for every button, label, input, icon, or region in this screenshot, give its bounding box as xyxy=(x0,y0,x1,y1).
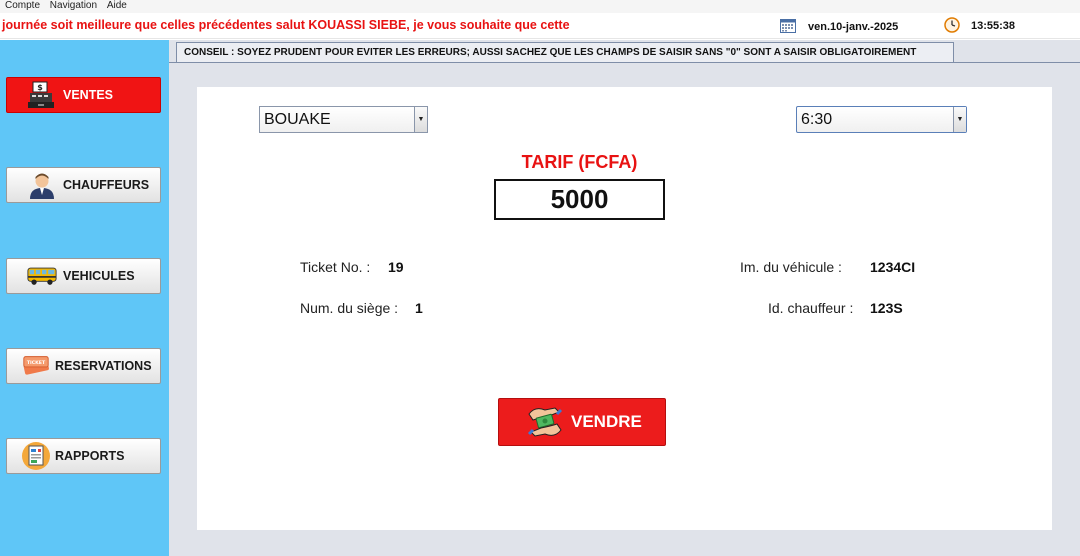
sell-button-label: VENDRE xyxy=(571,412,642,431)
current-time: 13:55:38 xyxy=(971,20,1016,32)
sidebar-item-chauffeurs[interactable]: CHAUFFEURS xyxy=(6,167,161,203)
tab-divider xyxy=(169,62,1080,63)
tarif-label: TARIF (FCFA) xyxy=(521,152,638,172)
bus-icon xyxy=(27,262,57,290)
sidebar-item-rapports[interactable]: RAPPORTS xyxy=(6,438,161,474)
menu-aide[interactable]: Aide xyxy=(107,0,127,11)
vehicle-plate-label: Im. du véhicule : xyxy=(740,259,842,275)
driver-id-value: 123S xyxy=(870,300,903,316)
departure-time-value: 6:30 xyxy=(801,111,833,128)
sidebar-item-label: VENTES xyxy=(63,88,114,102)
chevron-down-icon[interactable]: ▼ xyxy=(414,107,427,132)
header-bar: journée soit meilleure que celles précéd… xyxy=(0,14,1080,39)
sidebar-item-label: RAPPORTS xyxy=(55,449,125,463)
sidebar-item-label: VEHICULES xyxy=(63,269,135,283)
svg-text:$: $ xyxy=(37,83,43,92)
departure-time-select[interactable]: 6:30 ▼ xyxy=(796,106,967,133)
ticket-number-label: Ticket No. : xyxy=(300,259,371,275)
svg-text:TICKET: TICKET xyxy=(27,360,46,366)
tarif-value: 5000 xyxy=(494,179,665,220)
driver-icon xyxy=(27,171,57,199)
report-icon xyxy=(21,442,51,470)
current-date: ven.10-janv.-2025 xyxy=(808,21,899,33)
sell-button[interactable]: VENDRE xyxy=(498,398,666,446)
cash-register-icon: $ xyxy=(27,81,57,109)
seat-number-label: Num. du siège : xyxy=(300,300,399,316)
sidebar-item-reservations[interactable]: TICKET RESERVATIONS xyxy=(6,348,161,384)
menu-compte[interactable]: Compte xyxy=(5,0,40,11)
clock-icon xyxy=(944,17,960,33)
scrolling-message: journée soit meilleure que celles précéd… xyxy=(2,18,570,32)
tab-conseil[interactable]: CONSEIL : SOYEZ PRUDENT POUR EVITER LES … xyxy=(176,42,954,62)
chevron-down-icon[interactable]: ▼ xyxy=(953,107,966,132)
ticket-number-value: 19 xyxy=(388,259,404,275)
sidebar-item-vehicules[interactable]: VEHICULES xyxy=(6,258,161,294)
menu-bar: Compte Navigation Aide xyxy=(0,0,1080,13)
sidebar-item-ventes[interactable]: $ VENTES xyxy=(6,77,161,113)
calendar-icon xyxy=(780,19,796,33)
driver-id-label: Id. chauffeur : xyxy=(768,300,854,316)
seat-number-value: 1 xyxy=(415,300,423,316)
ticket-icon: TICKET xyxy=(21,352,51,380)
vehicle-plate-value: 1234CI xyxy=(870,259,916,275)
sidebar-item-label: CHAUFFEURS xyxy=(63,178,150,192)
destination-value: BOUAKE xyxy=(264,111,331,128)
destination-select[interactable]: BOUAKE ▼ xyxy=(259,106,428,133)
menu-navigation[interactable]: Navigation xyxy=(50,0,97,11)
money-exchange-icon xyxy=(527,407,563,437)
sidebar: $ VENTES CHAUFFEURS VEHICULES TICKET RES… xyxy=(0,40,169,556)
sidebar-item-label: RESERVATIONS xyxy=(55,359,152,373)
